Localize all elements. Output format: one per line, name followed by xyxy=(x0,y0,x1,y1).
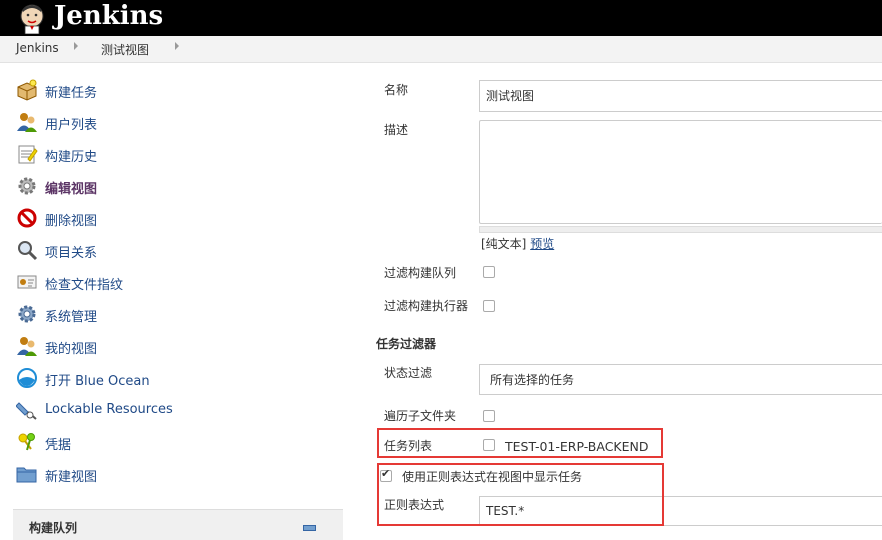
preview-link[interactable]: 预览 xyxy=(530,237,554,251)
sidebar-item-relationships[interactable]: 项目关系 xyxy=(16,238,316,262)
sidebar-item-label: 用户列表 xyxy=(45,118,98,133)
highlight-box-jobs xyxy=(377,428,663,458)
plug-icon xyxy=(16,402,37,420)
fingerprint-icon xyxy=(17,275,37,289)
highlight-box-regex xyxy=(377,463,664,526)
sidebar-item-new-view[interactable]: 新建视图 xyxy=(16,462,316,486)
folder-icon xyxy=(16,467,37,483)
textarea-resize-handle[interactable] xyxy=(479,226,882,233)
minimize-icon[interactable] xyxy=(303,525,316,531)
sidebar-item-label: 新建任务 xyxy=(45,86,98,101)
gear-icon xyxy=(18,177,36,195)
sidebar-item-label: 我的视图 xyxy=(45,342,98,357)
sidebar-item-label: 凭据 xyxy=(45,438,72,453)
brand-title[interactable]: Jenkins xyxy=(54,1,163,31)
status-filter-select[interactable]: 所有选择的任务 xyxy=(479,364,882,395)
no-entry-icon xyxy=(17,208,37,228)
sidebar-item-users[interactable]: 用户列表 xyxy=(16,110,316,134)
name-label: 名称 xyxy=(384,83,409,97)
breadcrumb: Jenkins 测试视图 xyxy=(0,36,882,63)
sidebar-item-label: 编辑视图 xyxy=(45,182,98,197)
sidebar-item-manage[interactable]: 系统管理 xyxy=(16,302,316,326)
sidebar-item-label: 系统管理 xyxy=(45,310,98,325)
chevron-right-icon[interactable] xyxy=(175,42,179,50)
plain-text-tag: [纯文本] xyxy=(481,237,527,251)
job-filters-heading: 任务过滤器 xyxy=(376,337,437,351)
plain-text-label: [纯文本] 预览 xyxy=(481,235,554,252)
sidebar-item-delete-view[interactable]: 删除视图 xyxy=(16,206,316,230)
sidebar-item-label: 删除视图 xyxy=(45,214,98,229)
sidebar-item-label: Lockable Resources xyxy=(45,402,173,417)
breadcrumb-jenkins[interactable]: Jenkins xyxy=(16,41,59,55)
recurse-label: 遍历子文件夹 xyxy=(384,409,457,423)
notepad-icon xyxy=(18,145,38,164)
user-icon xyxy=(17,113,37,132)
description-textarea[interactable] xyxy=(479,120,882,224)
status-filter-label: 状态过滤 xyxy=(384,366,433,380)
sidebar-item-label: 项目关系 xyxy=(45,246,98,261)
name-input[interactable]: 测试视图 xyxy=(479,80,882,112)
filter-queue-label: 过滤构建队列 xyxy=(384,266,457,280)
keys-icon xyxy=(18,433,35,451)
new-package-icon xyxy=(17,79,37,101)
sidebar-item-blue-ocean[interactable]: 打开 Blue Ocean xyxy=(16,366,316,390)
build-queue-panel: 构建队列 xyxy=(13,509,343,540)
filter-executors-checkbox[interactable] xyxy=(483,300,495,312)
sidebar-item-fingerprint[interactable]: 检查文件指纹 xyxy=(16,270,316,294)
sidebar-item-label: 新建视图 xyxy=(45,470,98,485)
filter-queue-checkbox[interactable] xyxy=(483,266,495,278)
user-icon xyxy=(17,337,37,356)
sidebar-item-build-history[interactable]: 构建历史 xyxy=(16,142,316,166)
sidebar-item-label: 打开 Blue Ocean xyxy=(45,374,150,389)
sidebar-item-lockable-resources[interactable]: Lockable Resources xyxy=(16,398,316,422)
sidebar-item-label: 检查文件指纹 xyxy=(45,278,124,293)
sidebar-item-edit-view[interactable]: 编辑视图 xyxy=(16,174,316,198)
description-label: 描述 xyxy=(384,123,409,137)
build-queue-title[interactable]: 构建队列 xyxy=(29,519,77,536)
blue-ocean-icon xyxy=(17,368,37,388)
sidebar-item-my-views[interactable]: 我的视图 xyxy=(16,334,316,358)
breadcrumb-view[interactable]: 测试视图 xyxy=(101,41,149,58)
sidebar-item-label: 构建历史 xyxy=(45,150,98,165)
chevron-right-icon[interactable] xyxy=(74,42,78,50)
sidebar-item-credentials[interactable]: 凭据 xyxy=(16,430,316,454)
recurse-checkbox[interactable] xyxy=(483,410,495,422)
gear-icon xyxy=(18,305,36,323)
jenkins-logo-icon[interactable] xyxy=(16,2,48,34)
filter-executors-label: 过滤构建执行器 xyxy=(384,299,469,313)
sidebar-item-new-job[interactable]: 新建任务 xyxy=(16,78,316,102)
top-header: Jenkins xyxy=(0,0,882,36)
magnifier-icon xyxy=(18,241,38,261)
